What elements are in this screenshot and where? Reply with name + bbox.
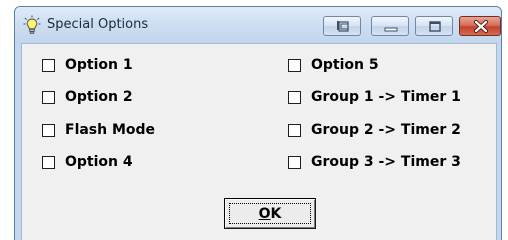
ok-label-rest: K [270, 205, 282, 222]
group-2-timer-2-checkbox-row[interactable]: Group 2 -> Timer 2 [288, 120, 461, 140]
option-4-label: Option 4 [65, 154, 133, 170]
option-5-label: Option 5 [311, 57, 379, 73]
option-4-checkbox-row[interactable]: Option 4 [42, 152, 133, 172]
restore-button[interactable] [323, 16, 361, 36]
group-1-timer-1-checkbox[interactable] [288, 90, 301, 104]
special-options-window: Special Options Option 1 Option 2 Flash … [14, 6, 502, 240]
minimize-button[interactable] [371, 16, 409, 36]
focus-rectangle: OK [229, 203, 311, 224]
ok-button[interactable]: OK [224, 198, 316, 229]
option-5-checkbox[interactable] [288, 58, 301, 72]
ok-mnemonic: O [258, 205, 271, 222]
group-1-timer-1-label: Group 1 -> Timer 1 [311, 89, 461, 105]
group-2-timer-2-label: Group 2 -> Timer 2 [311, 122, 461, 138]
option-1-label: Option 1 [65, 57, 133, 73]
group-3-timer-3-checkbox-row[interactable]: Group 3 -> Timer 3 [288, 152, 461, 172]
flash-mode-checkbox[interactable] [42, 123, 55, 137]
option-5-checkbox-row[interactable]: Option 5 [288, 55, 379, 75]
group-3-timer-3-label: Group 3 -> Timer 3 [311, 154, 461, 170]
flash-mode-checkbox-row[interactable]: Flash Mode [42, 120, 155, 140]
ok-button-label: OK [259, 206, 282, 222]
close-button[interactable] [459, 16, 501, 36]
flash-mode-label: Flash Mode [65, 122, 156, 138]
option-1-checkbox[interactable] [42, 58, 55, 72]
title-bar[interactable]: Special Options [15, 7, 501, 43]
option-2-checkbox-row[interactable]: Option 2 [42, 87, 133, 107]
option-4-checkbox[interactable] [42, 155, 55, 169]
group-1-timer-1-checkbox-row[interactable]: Group 1 -> Timer 1 [288, 87, 461, 107]
lightbulb-icon [23, 15, 41, 35]
maximize-button[interactable] [415, 16, 453, 36]
window-title: Special Options [47, 17, 149, 32]
group-3-timer-3-checkbox[interactable] [288, 155, 301, 169]
option-2-checkbox[interactable] [42, 90, 55, 104]
option-2-label: Option 2 [65, 89, 133, 105]
group-2-timer-2-checkbox[interactable] [288, 123, 301, 137]
option-1-checkbox-row[interactable]: Option 1 [42, 55, 133, 75]
dialog-client-area: Option 1 Option 2 Flash Mode Option 4 Op… [21, 43, 497, 240]
